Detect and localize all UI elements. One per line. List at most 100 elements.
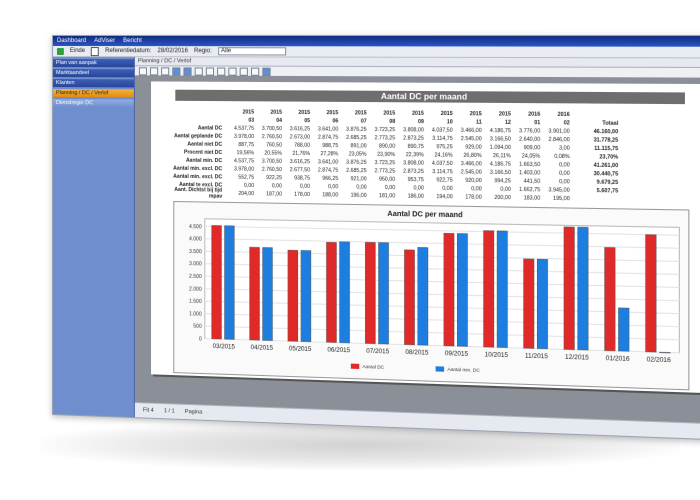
table-cell: 3.114,75 xyxy=(432,135,453,143)
table-cell: 178,00 xyxy=(465,194,482,201)
y-tick-label: 1.500 xyxy=(189,299,202,305)
table-cell: 200,00 xyxy=(494,194,511,202)
zoom-out-icon[interactable] xyxy=(205,67,215,76)
table-cell: 3.876,25 xyxy=(346,126,367,134)
refdate-value[interactable]: 28/02/2016 xyxy=(157,48,187,54)
table-cell: 178,00 xyxy=(294,191,311,199)
header-year: 2015 xyxy=(440,110,453,118)
title-item[interactable]: AdViser xyxy=(94,38,115,44)
row-total: 5.607,75 xyxy=(596,187,619,195)
y-tick-label: 500 xyxy=(193,324,202,330)
table-cell: 2.640,00 xyxy=(519,136,541,144)
table-cell: 552,75 xyxy=(238,174,255,181)
table-cell: 3.166,50 xyxy=(489,136,511,143)
table-cell: 3.166,50 xyxy=(489,169,511,177)
header-month: 07 xyxy=(360,118,367,125)
zoom-in-icon[interactable] xyxy=(194,67,203,76)
table-cell: 3.641,00 xyxy=(317,126,339,133)
header-year: 2015 xyxy=(298,109,311,117)
table-cell: 0,00 xyxy=(328,184,339,191)
prev-page-icon[interactable] xyxy=(228,67,237,76)
header-month: 04 xyxy=(276,117,282,125)
bar-aantal-min-dc xyxy=(378,243,388,345)
row-label: Aantal niet DC xyxy=(187,141,223,148)
single-page-icon[interactable] xyxy=(172,67,181,76)
refdate-label: Referentiedatum: xyxy=(105,48,152,55)
pager-hint: Pagina xyxy=(184,408,203,416)
table-cell: 21,76% xyxy=(292,150,311,158)
sidebar-item-planning[interactable]: Planning / DC / Verlof xyxy=(52,89,134,98)
table-cell: 975,25 xyxy=(436,144,453,151)
table-cell: 26,80% xyxy=(463,152,482,160)
row-total: 23,70% xyxy=(599,154,619,161)
report-viewer[interactable]: Aantal DC per maand 2015 2015 2015 2015 2015… xyxy=(134,75,700,425)
sidebar-item-klanten[interactable]: Klanten xyxy=(52,79,134,88)
row-total: 46.160,00 xyxy=(593,128,619,136)
table-cell: 0,00 xyxy=(471,186,482,193)
table-cell: 26,11% xyxy=(492,153,511,160)
last-page-icon[interactable] xyxy=(250,67,260,76)
page-indicator[interactable]: 1 / 1 xyxy=(164,408,175,414)
table-cell: 0,00 xyxy=(559,162,570,169)
y-tick-label: 2.500 xyxy=(189,274,202,280)
table-cell: 2.874,75 xyxy=(317,134,339,141)
table-cell: 3.700,50 xyxy=(261,158,282,165)
report-table: 2015 2015 2015 2015 2015 2015 2015 2015 2015 2015… xyxy=(169,108,687,205)
sidebar-item-plan[interactable]: Plan van aanpak xyxy=(52,59,134,68)
exit-icon[interactable] xyxy=(56,47,64,55)
table-cell: 4.186,75 xyxy=(489,127,511,135)
table-cell: 0,00 xyxy=(500,186,511,193)
header-month: 02 xyxy=(563,120,570,127)
region-select[interactable]: Alle xyxy=(217,47,286,56)
table-cell: 2.873,25 xyxy=(403,135,424,142)
header-year: 2015 xyxy=(242,109,255,116)
bar-aantal-min-dc xyxy=(578,227,589,350)
table-cell: 1.662,75 xyxy=(519,186,541,194)
bar-aantal-min-dc xyxy=(497,231,507,348)
bar-aantal-dc xyxy=(288,250,298,341)
table-cell: 3.114,75 xyxy=(432,168,453,176)
table-cell: 2.545,00 xyxy=(460,135,482,143)
row-label: Aantal min. excl. DC xyxy=(173,165,223,173)
x-tick-label: 03/2015 xyxy=(213,344,236,351)
multi-page-icon[interactable] xyxy=(183,67,192,76)
table-cell: 890,75 xyxy=(407,143,424,151)
table-cell: 23,05% xyxy=(348,151,367,158)
table-cell: 3.901,00 xyxy=(548,128,570,135)
title-item[interactable]: Bericht xyxy=(123,38,142,44)
row-label: Aantal min. DC xyxy=(185,157,223,165)
y-tick-label: 4.000 xyxy=(189,236,202,242)
x-tick-label: 09/2015 xyxy=(445,351,469,358)
table-cell: 929,00 xyxy=(465,144,482,151)
bar-aantal-min-dc xyxy=(225,226,235,340)
table-cell: 181,00 xyxy=(378,193,396,200)
row-label: Aantal min. excl. DC xyxy=(173,173,223,181)
sidebar-item-dienstregio[interactable]: Dienstregio DC xyxy=(52,99,134,108)
header-month: 05 xyxy=(304,118,311,125)
table-cell: 2.545,00 xyxy=(460,169,482,176)
table-cell: 966,25 xyxy=(322,175,339,183)
print-icon[interactable] xyxy=(138,67,147,76)
close-button[interactable]: Einde xyxy=(70,48,85,54)
table-cell: 0,00 xyxy=(442,185,453,193)
header-month: 08 xyxy=(389,118,396,125)
title-item[interactable]: Dashboard xyxy=(57,38,86,44)
next-page-icon[interactable] xyxy=(239,67,248,76)
zoom-indicator[interactable]: Fit 4 xyxy=(143,407,154,413)
table-cell: 4.037,50 xyxy=(431,160,453,168)
export-icon[interactable] xyxy=(150,67,159,76)
table-cell: 27,28% xyxy=(320,151,339,158)
bar-aantal-dc xyxy=(365,242,375,343)
bar-aantal-dc xyxy=(605,247,616,350)
open-icon[interactable] xyxy=(161,67,170,76)
first-page-icon[interactable] xyxy=(217,67,226,76)
y-tick-label: 3.500 xyxy=(189,249,202,255)
header-year: 2016 xyxy=(528,111,541,118)
row-total xyxy=(570,199,618,200)
refresh-icon[interactable] xyxy=(262,67,271,76)
sidebar-item-marktaandeel[interactable]: Marktaandeel xyxy=(52,69,134,78)
table-cell: 887,75 xyxy=(238,141,255,149)
main-panel: Planning / DC / Verlof Aantal DC per maa… xyxy=(134,57,700,439)
header-month: 01 xyxy=(534,119,541,127)
table-cell: 0,00 xyxy=(299,183,311,190)
